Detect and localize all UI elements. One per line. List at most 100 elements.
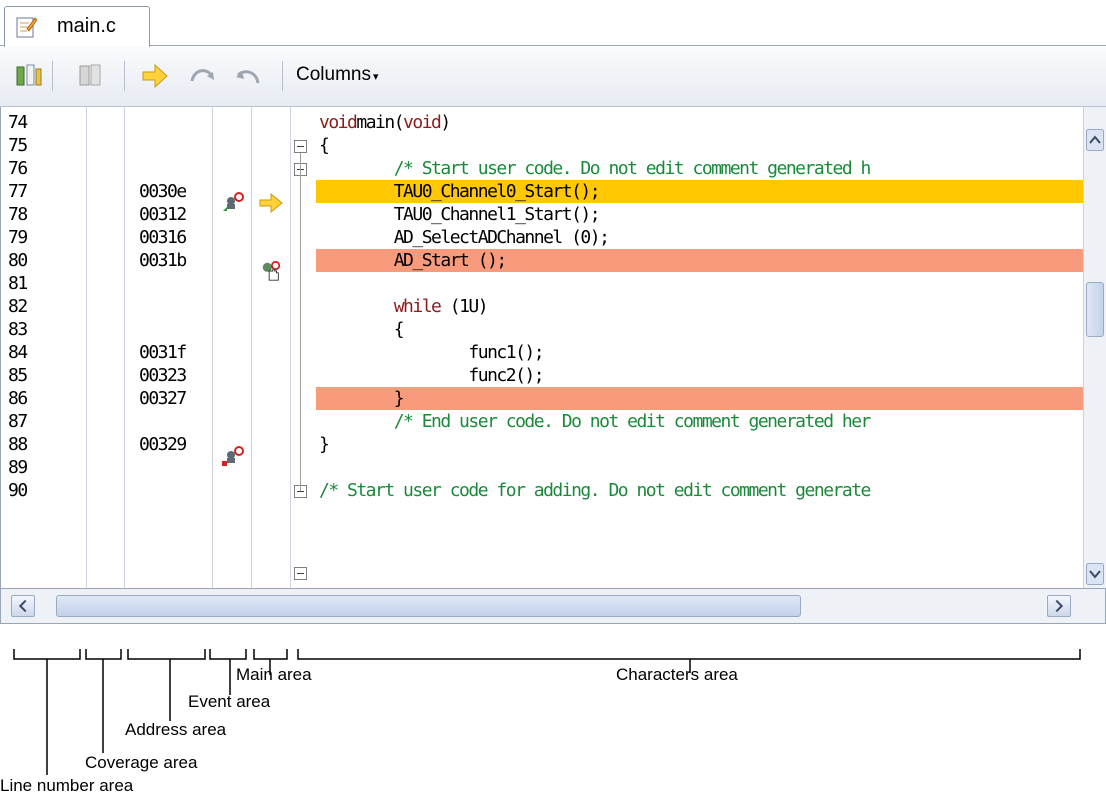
line-number: 77 [8, 181, 28, 202]
breakpoint-event-icon[interactable] [221, 191, 245, 213]
code-token: TAU0_Channel0_Start(); [319, 181, 601, 202]
code-text: func2(); [319, 364, 544, 387]
code-token: TAU0_Channel1_Start(); [319, 204, 601, 225]
source-editor[interactable]: 74 voidmain(void) 75 {76 /* Start user code… [0, 107, 1106, 588]
toolbar-separator [124, 61, 125, 91]
line-address: 00329 [139, 434, 187, 455]
line-address: 00327 [139, 388, 187, 409]
line-number: 74 [8, 112, 28, 133]
sync-disabled-icon[interactable] [76, 61, 106, 91]
line-number: 84 [8, 342, 28, 363]
code-token: } [319, 388, 405, 409]
area-annotations: Main area Characters area Event area Add… [0, 625, 1106, 800]
main-area-label: Main area [236, 665, 312, 684]
code-text: while (1U) [319, 295, 489, 318]
line-number: 88 [8, 434, 28, 455]
keyword-token: while [393, 296, 442, 317]
code-line[interactable]: 90 /* Start user code for adding. Do not … [1, 479, 1083, 502]
code-text: /* Start user code. Do not edit comment … [319, 157, 872, 180]
fold-guide [300, 153, 301, 491]
event-area-label: Event area [188, 692, 271, 711]
code-line[interactable]: 80 0031b AD_Start (); [1, 249, 1083, 272]
code-line[interactable]: 77 0030e TAU0_Channel0_Start(); [1, 180, 1083, 203]
horizontal-scroll-thumb[interactable] [56, 595, 801, 617]
code-line[interactable]: 79 00316 AD_SelectADChannel (0); [1, 226, 1083, 249]
line-number: 90 [8, 480, 28, 501]
code-line[interactable]: 88 00329} [1, 433, 1083, 456]
vertical-scrollbar[interactable] [1083, 107, 1106, 588]
code-line[interactable]: 81 [1, 272, 1083, 295]
line-number-area-label: Line number area [0, 776, 134, 795]
code-line[interactable]: 87 /* End user code. Do not edit comment… [1, 410, 1083, 433]
code-line[interactable]: 89 [1, 456, 1083, 479]
keyword-token: void [319, 112, 358, 133]
line-number: 89 [8, 457, 28, 478]
line-address: 0030e [139, 181, 187, 202]
address-area-label: Address area [125, 720, 227, 739]
line-address: 00312 [139, 204, 187, 225]
undo-icon[interactable] [232, 61, 262, 91]
code-line[interactable]: 76 /* Start user code. Do not edit comme… [1, 157, 1083, 180]
chevron-right-icon[interactable] [1047, 595, 1071, 617]
line-address: 00323 [139, 365, 187, 386]
annotation-leader-lines [13, 649, 1081, 775]
code-text: { [319, 318, 405, 341]
line-highlight [316, 387, 1083, 410]
fold-toggle[interactable] [294, 567, 307, 580]
line-number: 75 [8, 135, 28, 156]
line-number: 79 [8, 227, 28, 248]
coverage-area-label: Coverage area [85, 753, 198, 772]
keyword-token: void [403, 112, 442, 133]
code-token: (1U) [440, 296, 489, 317]
step-over-icon[interactable] [188, 61, 218, 91]
code-line[interactable]: 83 { [1, 318, 1083, 341]
code-token: { [319, 319, 405, 340]
columns-dropdown-button[interactable]: Columns ▾ [296, 64, 379, 86]
code-line[interactable]: 84 0031f func1(); [1, 341, 1083, 364]
code-line[interactable]: 78 00312 TAU0_Channel1_Start(); [1, 203, 1083, 226]
code-line[interactable]: 74 voidmain(void) [1, 111, 1083, 134]
code-line[interactable]: 86 00327 } [1, 387, 1083, 410]
breakpoint-event-icon[interactable] [221, 445, 245, 467]
comment-token: /* Start user code. Do not edit comment … [319, 158, 872, 179]
comment-token: /* Start user code for adding. Do not ed… [319, 480, 871, 501]
fold-toggle[interactable] [294, 140, 307, 153]
code-token: { [319, 135, 330, 156]
line-number: 80 [8, 250, 28, 271]
code-line[interactable]: 75 { [1, 134, 1083, 157]
code-text: } [319, 387, 405, 410]
editor-toolbar: Columns ▾ [0, 47, 1106, 107]
chevron-down-icon[interactable] [1086, 563, 1104, 585]
code-token: } [319, 434, 330, 455]
characters-area-label: Characters area [616, 665, 738, 684]
horizontal-scrollbar[interactable] [0, 588, 1106, 624]
code-text: TAU0_Channel1_Start(); [319, 203, 601, 226]
code-line[interactable]: 85 00323 func2(); [1, 364, 1083, 387]
breakpoint-hand-cursor-icon[interactable] [259, 260, 283, 282]
chevron-left-icon[interactable] [11, 595, 35, 617]
chevron-down-icon: ▾ [372, 71, 379, 83]
comment-token: /* End user code. Do not edit comment ge… [319, 411, 872, 432]
sync-editor-icon[interactable] [14, 61, 44, 91]
vertical-scroll-thumb[interactable] [1086, 282, 1104, 337]
tab-label: main.c [57, 15, 116, 37]
chevron-up-icon[interactable] [1086, 129, 1104, 151]
code-text: AD_Start (); [319, 249, 508, 272]
code-token: func1(); [319, 342, 544, 363]
code-text: voidmain(void) [319, 111, 451, 134]
current-pc-arrow-icon [259, 193, 283, 213]
code-text: /* Start user code for adding. Do not ed… [319, 479, 871, 502]
columns-label: Columns [296, 64, 371, 85]
line-number: 87 [8, 411, 28, 432]
line-number: 81 [8, 273, 28, 294]
line-number: 86 [8, 388, 28, 409]
code-token: AD_Start (); [319, 250, 508, 271]
tab-main-c[interactable]: main.c [4, 6, 150, 47]
code-text: func1(); [319, 341, 544, 364]
line-number: 82 [8, 296, 28, 317]
line-address: 0031f [139, 342, 187, 363]
show-current-pc-icon[interactable] [140, 61, 170, 91]
code-line[interactable]: 82 while (1U) [1, 295, 1083, 318]
code-token: main( [356, 112, 404, 133]
